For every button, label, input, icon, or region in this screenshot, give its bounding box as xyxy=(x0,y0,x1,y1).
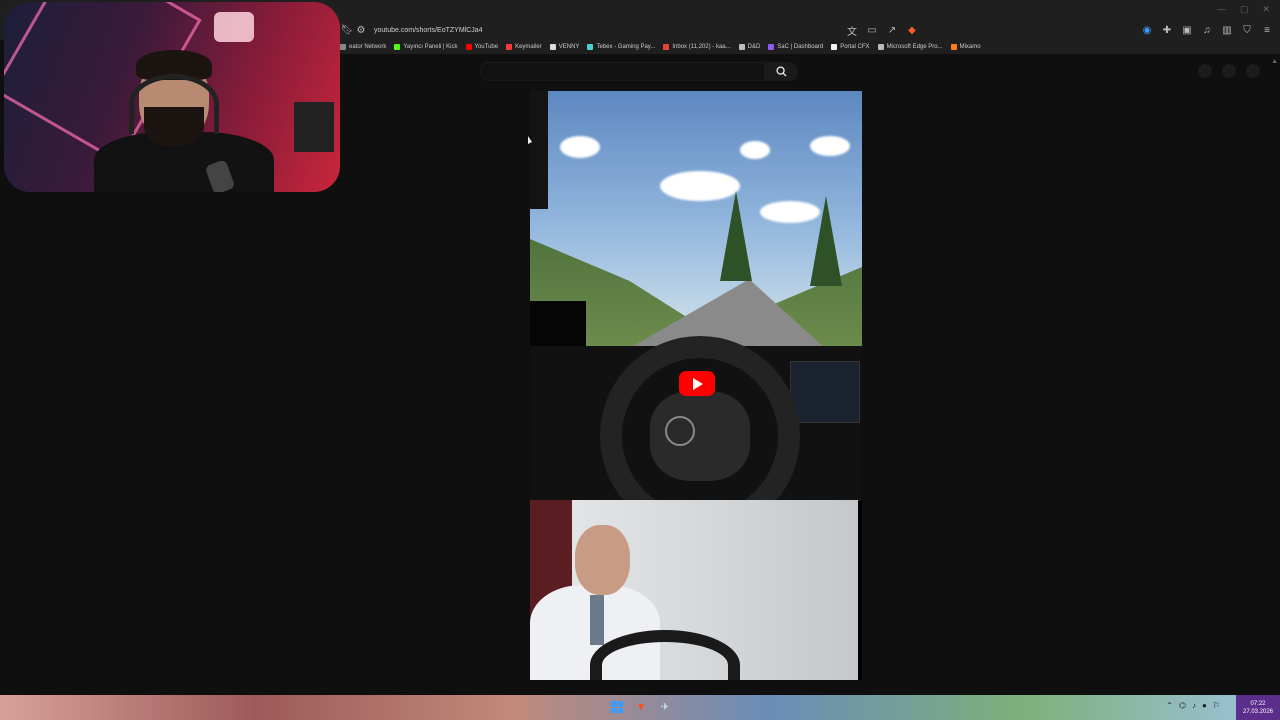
notifications-button[interactable] xyxy=(1222,64,1236,78)
bookmark-item[interactable]: YouTube xyxy=(465,44,499,50)
bookmark-favicon-icon xyxy=(831,44,838,50)
bookmark-item[interactable]: eator Network xyxy=(340,44,386,50)
bookmark-favicon-icon xyxy=(340,44,346,50)
bookmark-item[interactable]: Mixamo xyxy=(950,44,981,50)
bookmark-item[interactable]: Inbox (11,202) - kaa... xyxy=(663,44,731,50)
video-pillar xyxy=(530,301,586,351)
lamp xyxy=(214,12,254,42)
bookmark-favicon-icon xyxy=(950,44,957,50)
bookmark-label: Mixamo xyxy=(959,44,981,50)
video-mirror xyxy=(530,91,548,209)
taskbar-clock[interactable]: 07:22 27.03.2026 xyxy=(1236,695,1280,720)
bookmark-item[interactable]: VENNY xyxy=(549,44,580,50)
video-cloud xyxy=(740,141,770,159)
bookmark-favicon-icon xyxy=(738,44,745,50)
bookmark-favicon-icon xyxy=(506,44,513,50)
minimize-icon[interactable]: — xyxy=(1217,4,1226,15)
bookmark-label: VENNY xyxy=(558,44,580,50)
driver-cam-tie xyxy=(590,595,604,645)
driver-cam xyxy=(530,500,858,680)
video-cloud xyxy=(560,136,600,158)
bookmark-item[interactable]: Keymailer xyxy=(506,44,542,50)
screenshot-icon[interactable]: ▣ xyxy=(1180,23,1194,37)
brave-browser-icon[interactable]: ▼ xyxy=(634,700,648,714)
bookmark-item[interactable]: Yayıncı Paneli | Kick xyxy=(394,44,458,50)
maximize-icon[interactable]: ▢ xyxy=(1240,4,1249,15)
share-icon[interactable]: ↗ xyxy=(885,23,899,37)
streamer-webcam xyxy=(4,2,340,192)
headphones-icon xyxy=(129,74,219,134)
bookmark-favicon-icon xyxy=(663,44,670,50)
bookmark-label: eator Network xyxy=(349,44,387,50)
menu-icon[interactable]: ≡ xyxy=(1260,23,1274,37)
driver-cam-head xyxy=(575,525,630,595)
extension-icon[interactable]: ◉ xyxy=(1140,23,1154,37)
create-button[interactable] xyxy=(1198,64,1212,78)
system-tray: ⌃ ⌬ ♪ ● ⚐ xyxy=(1166,701,1220,710)
bookmark-label: Yayıncı Paneli | Kick xyxy=(403,44,458,50)
mouse-cursor-icon xyxy=(528,136,532,144)
scroll-up-icon[interactable]: ▲ xyxy=(1271,58,1278,65)
header-actions xyxy=(1198,64,1260,78)
play-icon xyxy=(693,377,703,390)
desk-monitor xyxy=(294,102,334,152)
tray-chevron-icon[interactable]: ⌃ xyxy=(1166,701,1173,710)
bookmark-item[interactable]: Tebex - Gaming Pay... xyxy=(587,44,655,50)
avatar[interactable] xyxy=(1246,64,1260,78)
bookmark-favicon-icon xyxy=(549,44,556,50)
windows-logo-icon xyxy=(611,701,623,713)
clock-time: 07:22 xyxy=(1250,700,1266,707)
search-input[interactable] xyxy=(480,62,766,81)
steam-icon[interactable]: ✈ xyxy=(658,700,672,714)
address-bar: 🔖︎ ⚙ youtube.com/shorts/EoTZYMlCJa4 文 ▭ … xyxy=(340,22,1280,39)
media-icon[interactable]: ♫ xyxy=(1200,23,1214,37)
video-dash-screen xyxy=(790,361,860,423)
bookmark-favicon-icon xyxy=(587,44,594,50)
taskbar-apps: ▼ ✈ xyxy=(610,700,672,714)
windows-taskbar: ▼ ✈ ⌃ ⌬ ♪ ● ⚐ 07:22 27.03.2026 xyxy=(0,695,1280,720)
close-icon[interactable]: ✕ xyxy=(1262,4,1270,15)
puzzle-icon[interactable]: ✚ xyxy=(1160,23,1174,37)
bookmark-label: Portal CFX xyxy=(840,44,870,50)
sidebar-icon[interactable]: ▥ xyxy=(1220,23,1234,37)
bookmark-label: SaC | Dashboard xyxy=(777,44,824,50)
site-info-icon[interactable]: ⚙ xyxy=(354,24,368,38)
bookmark-item[interactable]: SaC | Dashboard xyxy=(768,44,823,50)
mercedes-logo-icon xyxy=(665,416,695,446)
video-tree xyxy=(810,196,842,286)
volume-icon[interactable]: ♪ xyxy=(1192,701,1196,710)
bookmark-item[interactable]: D&D xyxy=(738,44,761,50)
search-icon xyxy=(775,66,787,77)
short-video-player[interactable] xyxy=(530,91,862,680)
bookmark-label: Microsoft Edge Pro... xyxy=(886,44,943,50)
notification-icon[interactable]: ⚐ xyxy=(1213,701,1220,710)
bookmark-favicon-icon xyxy=(465,44,472,50)
video-tree xyxy=(720,191,752,281)
brave-shield-icon[interactable]: ◆ xyxy=(905,23,919,37)
mic-tray-icon[interactable]: ● xyxy=(1202,701,1207,710)
start-button[interactable] xyxy=(610,700,624,714)
bookmark-favicon-icon xyxy=(877,44,884,50)
bookmarks-bar: eator Network Yayıncı Paneli | Kick YouTub… xyxy=(340,40,1280,54)
bookmark-icon[interactable]: 🔖︎ xyxy=(340,24,354,38)
translate-icon[interactable]: 文 xyxy=(845,23,859,38)
network-icon[interactable]: ⌬ xyxy=(1179,701,1186,710)
bookmark-favicon-icon xyxy=(394,44,401,50)
vpn-icon[interactable]: ⛉ xyxy=(1240,23,1254,37)
bookmark-label: Tebex - Gaming Pay... xyxy=(596,44,656,50)
window-controls: — ▢ ✕ xyxy=(1217,4,1270,15)
play-button[interactable] xyxy=(679,371,715,396)
bookmark-item[interactable]: Portal CFX xyxy=(831,44,870,50)
bookmark-favicon-icon xyxy=(768,44,775,50)
video-cloud xyxy=(810,136,850,156)
search-button[interactable] xyxy=(764,62,798,81)
bookmark-label: Keymailer xyxy=(515,44,542,50)
url-field[interactable]: youtube.com/shorts/EoTZYMlCJa4 xyxy=(374,27,814,34)
clock-date: 27.03.2026 xyxy=(1242,708,1274,715)
cast-icon[interactable]: ▭ xyxy=(865,23,879,37)
bookmark-label: Inbox (11,202) - kaa... xyxy=(672,44,731,50)
bookmark-item[interactable]: Microsoft Edge Pro... xyxy=(877,44,943,50)
bookmark-label: D&D xyxy=(747,44,761,50)
bookmark-label: YouTube xyxy=(474,44,499,50)
